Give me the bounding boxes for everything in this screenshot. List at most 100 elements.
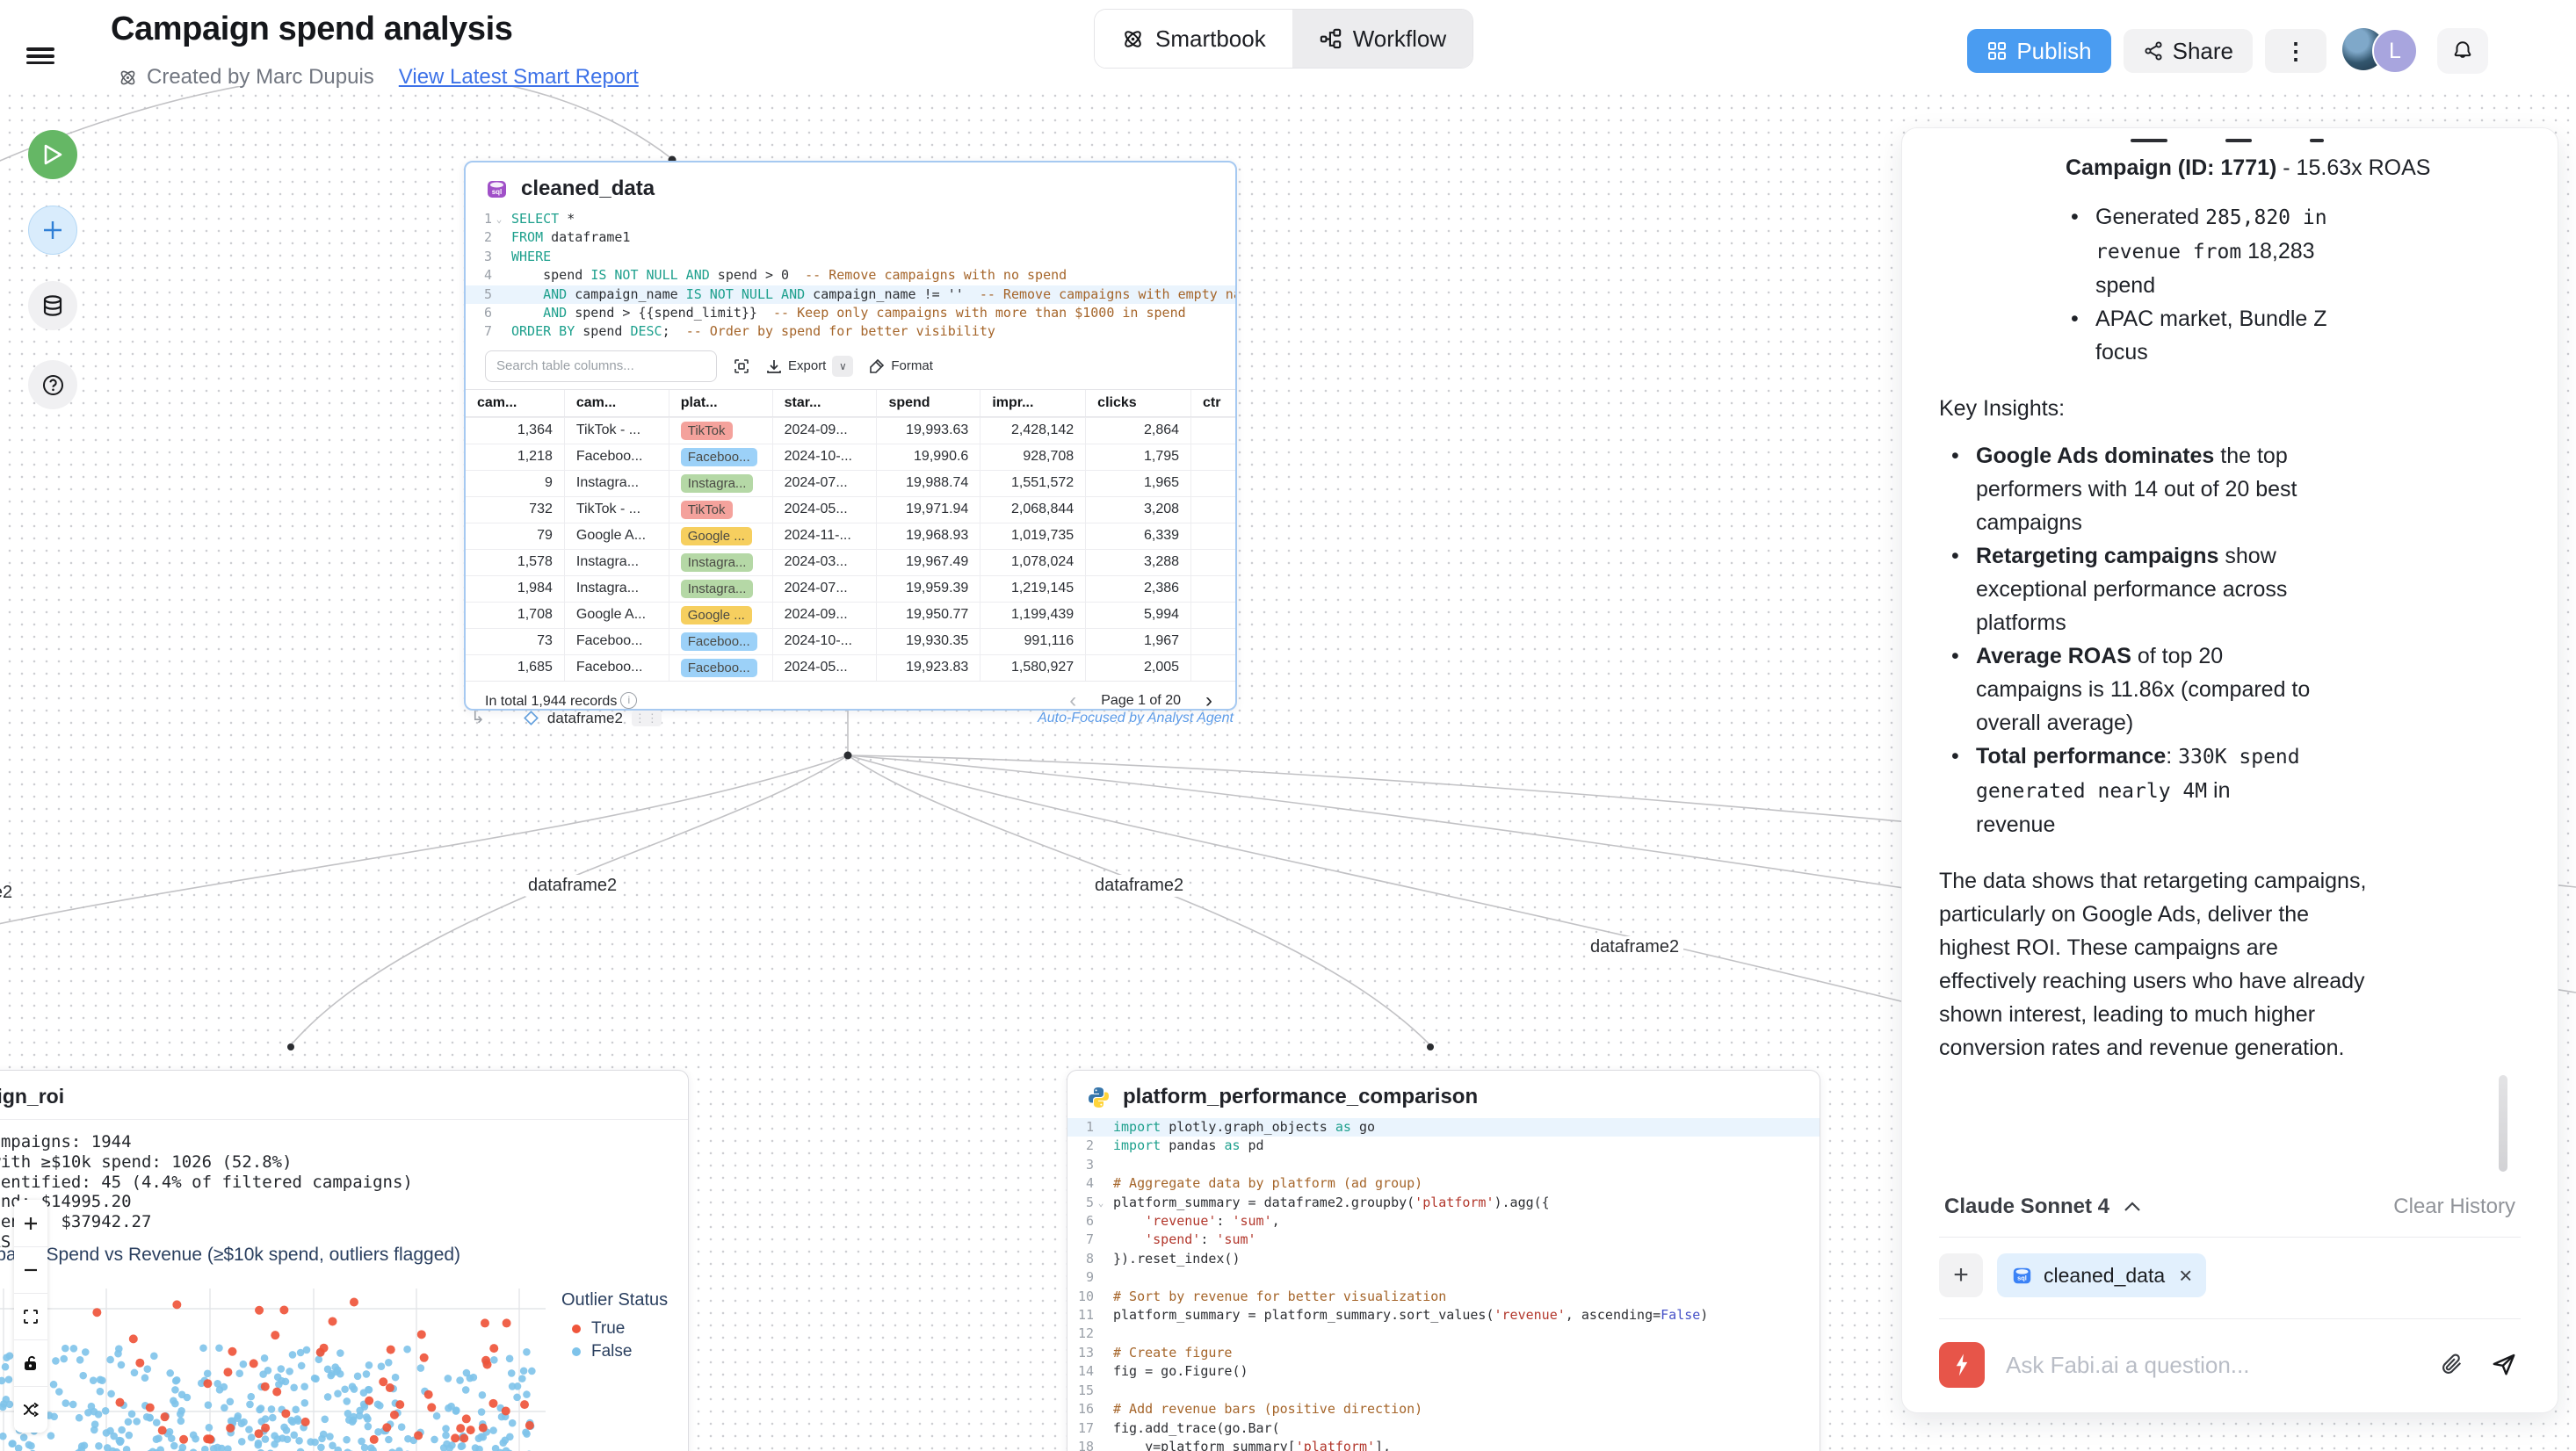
return-arrow-icon: ↳ [471,708,485,728]
sql-database-icon: sql [2011,1265,2033,1287]
message-block: •Google Ads dominates the top performers… [1951,439,2312,841]
column-header[interactable]: cam... [466,390,564,416]
smartbook-icon [1121,27,1145,51]
paperclip-icon [2440,1352,2464,1376]
data-sources-button[interactable] [28,281,77,330]
table-row[interactable]: 9Instagra...Instagra...2024-07...19,988.… [466,470,1235,496]
panel-scrollbar[interactable] [2499,1075,2507,1172]
shuffle-layout-button[interactable] [14,1386,47,1433]
publish-button[interactable]: Publish [1967,29,2110,73]
chat-transcript[interactable]: Campaign (ID: 1771) - 15.63x ROAS •Genera… [1939,134,2519,1179]
column-header[interactable]: plat... [669,390,772,416]
output-dataframe-chip[interactable]: dataframe2 [547,710,623,727]
column-header[interactable]: cam... [564,390,669,416]
expand-table-button[interactable] [733,357,750,375]
legend-title: Outlier Status [561,1290,668,1310]
shuffle-icon [21,1400,40,1419]
add-context-button[interactable]: + [1939,1253,1983,1297]
play-icon [42,143,63,166]
legend-item-false[interactable]: False [572,1342,668,1361]
send-icon [2491,1351,2517,1377]
bullet-item: •Generated 285,820 in revenue from 18,28… [2071,200,2352,302]
python-code-editor[interactable]: 1 import plotly.graph_objects as go2 imp… [1067,1118,1820,1451]
column-header[interactable]: clicks [1085,390,1190,416]
clear-history-button[interactable]: Clear History [2388,1194,2521,1220]
minus-icon [22,1261,40,1279]
sql-code-editor[interactable]: 1⌄SELECT *2 FROM dataframe13 WHERE4 spen… [466,210,1235,342]
format-button[interactable]: Format [869,358,933,374]
help-button[interactable] [28,360,77,409]
divider [1939,1237,2521,1238]
notifications-button[interactable] [2437,28,2488,74]
search-table-columns-input[interactable] [485,350,717,382]
add-cell-button[interactable] [28,206,77,255]
tab-smartbook[interactable]: Smartbook [1095,10,1292,68]
remove-chip-button[interactable]: × [2175,1262,2192,1289]
export-options-chevron[interactable]: ∨ [832,356,853,377]
column-header[interactable]: star... [772,390,877,416]
ask-question-input[interactable] [2004,1351,2417,1380]
table-row[interactable]: 1,708Google A...Google ...2024-09...19,9… [466,602,1235,628]
run-workflow-button[interactable] [28,130,77,179]
table-row[interactable]: 73Faceboo...Faceboo...2024-10-...19,930.… [466,628,1235,654]
cell-campaign-roi[interactable]: top_campaign_roi Filtered campaigns: 194… [0,1070,689,1451]
attach-file-button[interactable] [2436,1348,2468,1382]
model-selector[interactable]: Claude Sonnet 4 [1939,1194,2146,1220]
menu-button[interactable] [26,44,54,67]
share-icon [2143,40,2164,61]
cell-platform-performance-comparison[interactable]: platform_performance_comparison 1 import… [1067,1070,1820,1451]
smartbook-icon [118,68,138,88]
tab-workflow[interactable]: Workflow [1292,10,1473,68]
drag-handle-icon[interactable]: ⋮⋮ [632,711,662,726]
export-button[interactable]: Export ∨ [766,356,853,377]
message-block: The data shows that retargeting campaign… [1939,864,2378,1065]
assistant-panel: Campaign (ID: 1771) - 15.63x ROAS •Genera… [1901,127,2558,1413]
fit-view-button[interactable] [14,1293,47,1339]
chat-controls: Claude Sonnet 4 Clear History + sql clea… [1902,1184,2558,1412]
help-icon [41,373,65,397]
table-row[interactable]: 79Google A...Google ...2024-11-...19,968… [466,523,1235,549]
table-row[interactable]: 1,218Faceboo...Faceboo...2024-10-...19,9… [466,444,1235,470]
unlock-icon [22,1354,40,1372]
cell-cleaned-data[interactable]: sql cleaned_data 1⌄SELECT *2 FROM datafr… [464,161,1237,711]
avatar[interactable]: L [2372,28,2418,74]
zoom-in-button[interactable] [14,1200,47,1246]
results-table: cam...cam...plat...star...spendimpr...cl… [466,389,1235,681]
column-header[interactable]: ctr [1190,390,1235,416]
bullet-item: •Retargeting campaigns show exceptional … [1951,539,2312,639]
roi-stats-output: Filtered campaigns: 1944 Campaigns with … [0,1120,688,1252]
cell-title: platform_performance_comparison [1123,1085,1478,1109]
dataframe-diamond-icon [524,711,539,726]
records-total: In total 1,944 recordsi [485,692,637,710]
canvas-controls [14,1200,47,1433]
table-row[interactable]: 1,364TikTok - ...TikTok2024-09...19,993.… [466,417,1235,444]
bullet-item: •APAC market, Bundle Z focus [2071,302,2352,369]
table-row[interactable]: 1,685Faceboo...Faceboo...2024-05...19,92… [466,654,1235,681]
sql-database-icon: sql [485,177,509,201]
page-title: Campaign spend analysis [111,11,513,48]
lock-button[interactable] [14,1339,47,1386]
publish-grid-icon [1986,40,2008,61]
send-button[interactable] [2487,1347,2521,1383]
table-row[interactable]: 732TikTok - ...TikTok2024-05...19,971.94… [466,496,1235,523]
column-header[interactable]: impr... [980,390,1085,416]
message-block: •Generated 285,820 in revenue from 18,28… [2071,200,2352,369]
cell-output-row: ↳ dataframe2 ⋮⋮ Auto-Focused by Analyst … [471,708,1234,728]
edge-label-dataframe2: dataframe2 [524,875,621,897]
info-icon[interactable]: i [620,692,637,709]
context-chip-cleaned-data[interactable]: sql cleaned_data × [1997,1253,2206,1297]
cell-title: top_campaign_roi [0,1071,688,1120]
column-header[interactable]: spend [876,390,980,416]
table-row[interactable]: 1,578Instagra...Instagra...2024-03...19,… [466,549,1235,575]
view-latest-smart-report-link[interactable]: View Latest Smart Report [399,65,639,90]
bullet-item: •Average ROAS of top 20 campaigns is 11.… [1951,639,2312,740]
share-button[interactable]: Share [2124,29,2253,73]
legend-marker-false [572,1347,581,1356]
clipped-message-line [2071,134,2519,142]
chart-title: Campaign Spend vs Revenue (≥$10k spend, … [0,1245,460,1266]
more-options-button[interactable]: ⋮ [2265,29,2326,73]
message-block: Campaign (ID: 1771) - 15.63x ROAS [2066,151,2519,184]
table-row[interactable]: 1,984Instagra...Instagra...2024-07...19,… [466,575,1235,602]
zoom-out-button[interactable] [14,1246,47,1293]
legend-item-true[interactable]: True [572,1319,668,1339]
